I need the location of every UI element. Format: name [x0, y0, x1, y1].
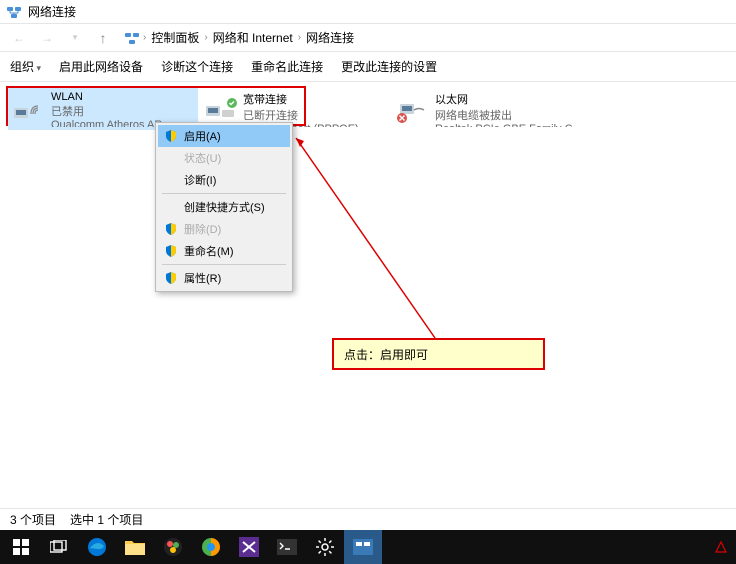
change-settings-button[interactable]: 更改此连接的设置 — [341, 56, 437, 77]
connection-status: 网络电缆被拔出 — [435, 107, 589, 123]
organize-menu[interactable]: 组织 — [10, 56, 41, 77]
history-dropdown[interactable]: ▾ — [64, 27, 86, 49]
start-button[interactable] — [2, 530, 40, 564]
menu-label: 属性(R) — [184, 270, 221, 286]
annotation-callout: 点击：启用即可 — [332, 338, 545, 370]
connection-device: Realtek PCIe GBE Family Contr... — [435, 123, 589, 127]
menu-item[interactable]: 诊断(I) — [158, 169, 290, 191]
menu-label: 启用(A) — [184, 128, 221, 144]
chevron-right-icon: › — [298, 32, 301, 43]
terminal-icon[interactable] — [268, 530, 306, 564]
selected-count: 选中 1 个项目 — [70, 511, 143, 528]
window-title: 网络连接 — [28, 3, 76, 20]
menu-separator — [162, 264, 286, 265]
tray-icon[interactable] — [714, 540, 728, 554]
shield-icon — [162, 243, 180, 259]
content-area: WLAN 已禁用 Qualcomm Atheros AR... 宽带连接 已断开… — [0, 82, 736, 532]
menu-label: 创建快捷方式(S) — [184, 199, 265, 215]
menu-item[interactable]: 创建快捷方式(S) — [158, 196, 290, 218]
settings-icon[interactable] — [306, 530, 344, 564]
menu-label: 删除(D) — [184, 221, 221, 237]
forward-button[interactable]: → — [36, 27, 58, 49]
menu-item[interactable]: 启用(A) — [158, 125, 290, 147]
menu-label: 重命名(M) — [184, 243, 234, 259]
active-app-icon[interactable] — [344, 530, 382, 564]
menu-separator — [162, 193, 286, 194]
file-explorer-icon[interactable] — [116, 530, 154, 564]
visual-studio-icon[interactable] — [230, 530, 268, 564]
navbar: ← → ▾ ↑ › 控制面板 › 网络和 Internet › 网络连接 — [0, 24, 736, 52]
up-button[interactable]: ↑ — [92, 27, 114, 49]
shield-icon — [162, 221, 180, 237]
connection-status: 已断开连接 — [243, 107, 387, 123]
menu-item[interactable]: 属性(R) — [158, 267, 290, 289]
network-icon — [6, 4, 22, 20]
connection-status: 已禁用 — [51, 103, 195, 119]
blank-icon — [162, 172, 180, 188]
connection-name: 宽带连接 — [243, 91, 387, 107]
breadcrumb-item[interactable]: 网络连接 — [304, 29, 356, 46]
breadcrumb[interactable]: › 控制面板 › 网络和 Internet › 网络连接 — [120, 27, 728, 49]
menu-item: 删除(D) — [158, 218, 290, 240]
titlebar: 网络连接 — [0, 0, 736, 24]
back-button[interactable]: ← — [8, 27, 30, 49]
shield-icon — [162, 128, 180, 144]
context-menu: 启用(A) 状态(U) 诊断(I) 创建快捷方式(S) 删除(D) 重命名(M) 属性(R) — [155, 122, 293, 292]
menu-item: 状态(U) — [158, 147, 290, 169]
toolbar: 组织 启用此网络设备 诊断这个连接 重命名此连接 更改此连接的设置 — [0, 52, 736, 82]
task-view-button[interactable] — [40, 530, 78, 564]
blank-icon — [162, 150, 180, 166]
item-count: 3 个项目 — [10, 511, 56, 528]
chevron-right-icon: › — [143, 32, 146, 43]
menu-label: 状态(U) — [184, 150, 221, 166]
annotation-text: 点击：启用即可 — [344, 346, 428, 363]
wifi-icon — [11, 91, 47, 127]
enable-device-button[interactable]: 启用此网络设备 — [59, 56, 143, 77]
breadcrumb-item[interactable]: 网络和 Internet — [211, 29, 295, 46]
app-icon-2[interactable] — [192, 530, 230, 564]
chevron-right-icon: › — [204, 32, 207, 43]
annotation-arrow — [290, 132, 440, 342]
edge-icon[interactable] — [78, 530, 116, 564]
network-icon — [124, 30, 140, 46]
ethernet-icon — [395, 91, 431, 127]
connection-name: 以太网 — [435, 91, 589, 107]
blank-icon — [162, 199, 180, 215]
statusbar: 3 个项目 选中 1 个项目 — [0, 508, 736, 530]
app-icon-1[interactable] — [154, 530, 192, 564]
diagnose-button[interactable]: 诊断这个连接 — [161, 56, 233, 77]
shield-icon — [162, 270, 180, 286]
menu-label: 诊断(I) — [184, 172, 216, 188]
breadcrumb-item[interactable]: 控制面板 — [149, 29, 201, 46]
connection-item-ethernet[interactable]: 以太网 网络电缆被拔出 Realtek PCIe GBE Family Cont… — [392, 88, 592, 130]
taskbar — [0, 530, 736, 564]
menu-item[interactable]: 重命名(M) — [158, 240, 290, 262]
rename-button[interactable]: 重命名此连接 — [251, 56, 323, 77]
connection-name: WLAN — [51, 91, 195, 103]
